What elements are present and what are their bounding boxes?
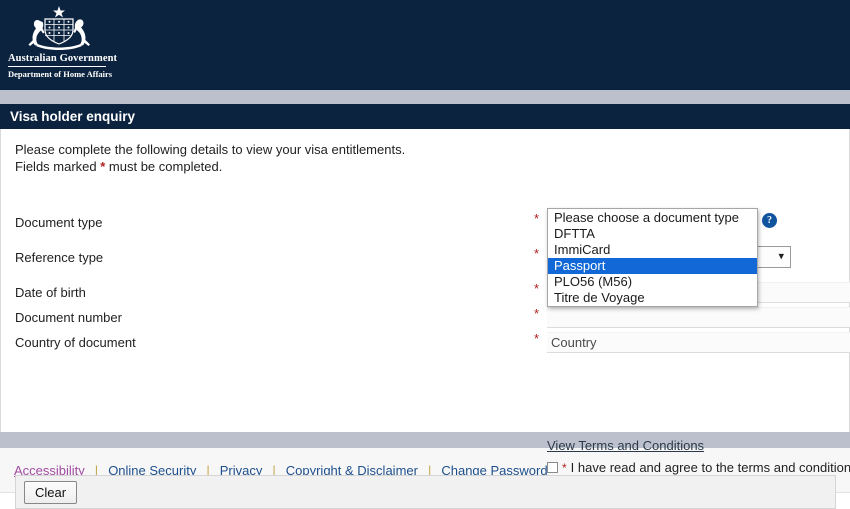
control-document-number <box>547 306 850 328</box>
required-marker-terms: * <box>562 460 567 475</box>
required-marker-document-type: * <box>534 211 540 226</box>
footer-separator-band <box>0 432 850 448</box>
australian-coat-of-arms-icon <box>28 6 90 50</box>
form-action-bar: Clear <box>15 475 836 509</box>
label-date-of-birth: Date of birth <box>15 284 86 300</box>
dropdown-option[interactable]: PLO56 (M56) <box>548 274 757 290</box>
required-marker-reference-type: * <box>534 246 540 261</box>
page-title-bar: Visa holder enquiry <box>0 104 850 129</box>
dropdown-option[interactable]: Titre de Voyage <box>548 290 757 306</box>
dropdown-option[interactable]: ImmiCard <box>548 242 757 258</box>
intro-suffix: must be completed. <box>105 159 223 174</box>
view-terms-and-conditions-link[interactable]: View Terms and Conditions <box>547 438 704 453</box>
gov-line-department: Department of Home Affairs <box>8 68 113 79</box>
required-marker-country-of-document: * <box>534 331 540 346</box>
label-document-number: Document number <box>15 309 122 325</box>
label-reference-type: Reference type <box>15 249 104 265</box>
help-question-mark-circle-icon[interactable]: ? <box>762 213 777 228</box>
intro-prefix: Fields marked <box>15 159 101 174</box>
site-masthead: Australian Government Department of Home… <box>0 0 850 90</box>
document-number-input[interactable] <box>547 306 850 328</box>
required-marker-document-number: * <box>534 306 540 321</box>
clear-button[interactable]: Clear <box>24 480 78 504</box>
terms-agreement-checkbox[interactable] <box>547 462 558 473</box>
intro-line-1: Please complete the following details to… <box>15 142 406 157</box>
field-row-country-of-document: Country of document * <box>1 330 850 354</box>
gov-divider-rule <box>8 65 106 67</box>
required-marker-date-of-birth: * <box>534 281 540 296</box>
dropdown-option[interactable]: DFTTA <box>548 226 757 242</box>
dropdown-option[interactable]: Please choose a document type <box>548 210 757 226</box>
terms-agreement-label: I have read and agree to the terms and c… <box>570 460 850 475</box>
gov-line-primary: Australian Government <box>8 53 118 64</box>
intro-line-2: Fields marked * must be completed. <box>15 158 849 175</box>
country-of-document-input[interactable] <box>547 331 850 353</box>
field-row-document-number: Document number * <box>1 305 850 329</box>
intro-text: Please complete the following details to… <box>1 129 849 175</box>
label-document-type: Document type <box>15 214 103 230</box>
header-separator-band <box>0 90 850 104</box>
terms-agreement-row: * I have read and agree to the terms and… <box>547 460 850 475</box>
form-panel: Please complete the following details to… <box>0 129 850 509</box>
terms-link-wrap: View Terms and Conditions <box>547 438 704 453</box>
label-country-of-document: Country of document <box>15 334 136 350</box>
dropdown-option-selected[interactable]: Passport <box>548 258 757 274</box>
government-branding: Australian Government Department of Home… <box>8 4 128 79</box>
page-title: Visa holder enquiry <box>10 109 136 124</box>
control-country-of-document <box>547 331 850 353</box>
document-type-dropdown-list[interactable]: Please choose a document type DFTTA Immi… <box>547 208 758 307</box>
